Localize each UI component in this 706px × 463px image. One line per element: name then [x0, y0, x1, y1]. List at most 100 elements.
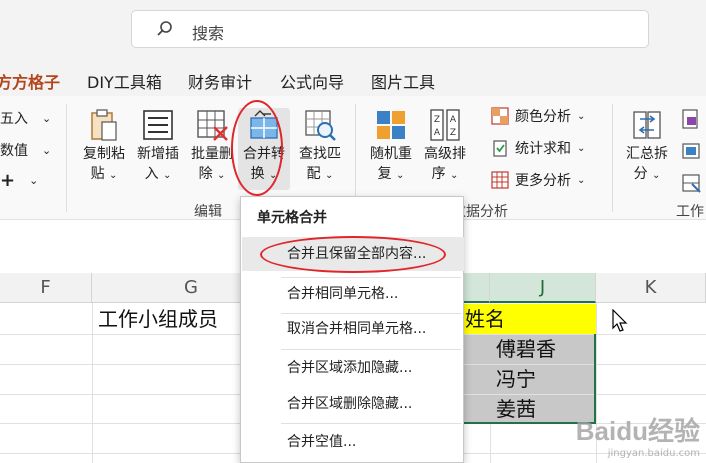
summary-split-button[interactable]: 汇总拆 分 ⌄ — [620, 108, 674, 186]
round-label: 五入 — [0, 111, 28, 127]
more-analysis-button[interactable]: 更多分析 ⌄ — [490, 170, 585, 190]
copy-paste-button[interactable]: 复制粘 贴 ⌄ — [76, 108, 132, 186]
chevron-down-icon: ⌄ — [29, 174, 39, 187]
sort-az-icon: Z A A Z — [430, 109, 460, 141]
tab-image-tools[interactable]: 图片工具 — [371, 69, 435, 93]
chevron-down-icon: ⌄ — [325, 170, 334, 181]
delete-grid-icon — [197, 110, 228, 141]
insert-new-label2: 入 — [144, 166, 159, 182]
advanced-sort-label: 高级排 — [424, 146, 466, 162]
batch-delete-label2: 除 — [198, 166, 213, 182]
title-bar: 搜索 — [0, 0, 706, 64]
svg-text:A: A — [450, 115, 457, 125]
insert-rows-icon — [143, 110, 173, 140]
watermark-url: jingyan.baidu.com — [607, 448, 700, 459]
menu-separator — [281, 423, 461, 424]
search-box[interactable]: 搜索 — [131, 10, 649, 48]
menu-item-merge-keep-all[interactable]: 合并且保留全部内容... — [242, 237, 464, 271]
ribbon-separator — [66, 104, 67, 212]
chevron-down-icon: ⌄ — [577, 110, 586, 122]
tab-fangfanggezi[interactable]: 方方格子 — [0, 69, 60, 93]
image-stack-icon[interactable] — [680, 140, 702, 162]
menu-item-unmerge-same[interactable]: 取消合并相同单元格... — [242, 312, 464, 346]
insert-new-label: 新增插 — [137, 146, 179, 162]
split-arrows-icon — [633, 111, 661, 139]
random-repeat-label: 随机重 — [370, 146, 412, 162]
menu-item-merge-empty[interactable]: 合并空值... — [242, 425, 464, 459]
chevron-down-icon: ⌄ — [109, 170, 118, 181]
tab-diy-toolbox[interactable]: DIY工具箱 — [87, 69, 162, 93]
menu-separator — [281, 349, 461, 350]
tab-finance-audit[interactable]: 财务审计 — [188, 69, 252, 93]
chevron-down-icon: ⌄ — [163, 170, 172, 181]
chevron-down-icon: ⌄ — [217, 170, 226, 181]
clipboard-icon — [91, 109, 117, 141]
random-repeat-button[interactable]: 随机重 复 ⌄ — [364, 108, 418, 186]
value-label: 数值 — [0, 143, 28, 159]
column-header-j[interactable]: J — [490, 273, 596, 303]
merge-dropdown-menu: 单元格合并 合并且保留全部内容... 合并相同单元格... 取消合并相同单元格.… — [240, 196, 464, 463]
summary-split-label: 汇总拆 — [626, 146, 668, 162]
more-analysis-label: 更多分析 — [515, 173, 571, 189]
chevron-down-icon: ⌄ — [652, 170, 661, 181]
column-header-k[interactable]: K — [596, 273, 706, 303]
column-header-f[interactable]: F — [0, 273, 92, 303]
ribbon-tabs: 方方格子 DIY工具箱 财务审计 公式向导 图片工具 — [0, 64, 706, 96]
tab-formula-wizard[interactable]: 公式向导 — [280, 69, 344, 93]
chevron-down-icon: ⌄ — [577, 174, 586, 186]
stat-sum-label: 统计求和 — [515, 141, 571, 157]
magic-table-icon[interactable] — [680, 172, 702, 194]
chevron-down-icon: ⌄ — [396, 170, 405, 181]
svg-text:Z: Z — [434, 115, 440, 125]
merge-convert-label2: 换 — [250, 166, 265, 182]
find-match-label2: 配 — [306, 166, 321, 182]
cell-g-title[interactable]: 工作小组成员 — [92, 305, 218, 334]
plus-label: + — [0, 170, 16, 191]
chevron-down-icon: ⌄ — [42, 143, 52, 157]
find-grid-icon — [305, 110, 336, 141]
color-analysis-label: 颜色分析 — [515, 109, 571, 125]
color-grid-icon — [491, 107, 509, 125]
group-label-edit: 编辑 — [194, 204, 222, 220]
menu-title: 单元格合并 — [257, 210, 327, 226]
ribbon-separator — [612, 104, 613, 212]
search-icon — [157, 21, 172, 36]
plus-item[interactable]: + ⌄ — [0, 170, 38, 191]
insert-new-button[interactable]: 新增插 入 ⌄ — [132, 108, 184, 186]
copy-paste-label: 复制粘 — [83, 146, 125, 162]
color-analysis-button[interactable]: 颜色分析 ⌄ — [490, 106, 585, 126]
merge-convert-label: 合并转 — [243, 146, 285, 162]
find-match-button[interactable]: 查找匹 配 ⌄ — [292, 108, 348, 186]
advanced-sort-label2: 序 — [431, 166, 446, 182]
menu-item-merge-remove-hidden[interactable]: 合并区域删除隐藏... — [242, 387, 464, 421]
random-blocks-icon — [377, 111, 405, 139]
search-placeholder: 搜索 — [192, 24, 225, 43]
chevron-down-icon: ⌄ — [42, 111, 52, 125]
watermark-brand: Baidu经验 — [575, 416, 700, 446]
chevron-down-icon: ⌄ — [450, 170, 459, 181]
menu-item-merge-add-hidden[interactable]: 合并区域添加隐藏... — [242, 351, 464, 385]
svg-text:Z: Z — [450, 128, 456, 138]
mouse-cursor-icon — [612, 309, 628, 332]
random-repeat-label2: 复 — [377, 166, 392, 182]
round-item[interactable]: 五入 ⌄ — [0, 108, 51, 128]
find-match-label: 查找匹 — [299, 146, 341, 162]
advanced-sort-button[interactable]: Z A A Z 高级排 序 ⌄ — [418, 108, 472, 186]
chevron-down-icon: ⌄ — [269, 170, 278, 181]
chevron-down-icon: ⌄ — [577, 142, 586, 154]
group-label-work: 工作 — [676, 204, 704, 220]
value-item[interactable]: 数值 ⌄ — [0, 140, 51, 160]
stat-sum-button[interactable]: 统计求和 ⌄ — [490, 138, 585, 158]
watermark: Baidu经验 jingyan.baidu.com — [576, 411, 700, 459]
summary-split-label2: 分 — [633, 166, 648, 182]
clipboard-check-icon — [493, 140, 507, 157]
svg-text:A: A — [434, 128, 441, 138]
copy-paste-label2: 贴 — [90, 166, 105, 182]
lock-file-icon[interactable] — [680, 108, 702, 130]
table-grid-icon — [491, 171, 509, 189]
batch-delete-button[interactable]: 批量删 除 ⌄ — [186, 108, 238, 186]
merge-cells-icon — [250, 110, 278, 139]
merge-convert-button[interactable]: 合并转 换 ⌄ — [238, 108, 290, 190]
menu-item-merge-same[interactable]: 合并相同单元格... — [242, 277, 464, 311]
batch-delete-label: 批量删 — [191, 146, 233, 162]
